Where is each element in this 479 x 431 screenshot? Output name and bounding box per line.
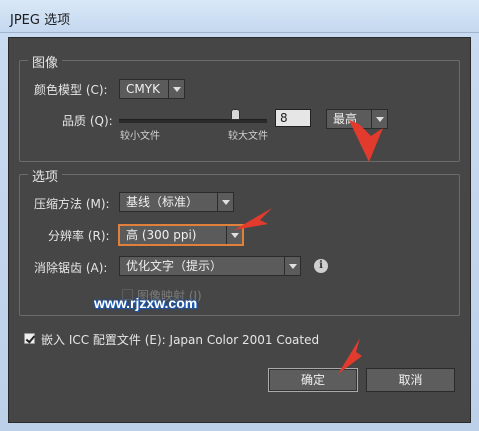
compression-label: 压缩方法 (M): — [34, 197, 110, 211]
watermark-text: www.rjzxw.com — [94, 295, 198, 311]
chevron-down-icon — [284, 257, 300, 275]
quality-value-input[interactable]: 8 — [275, 109, 311, 127]
options-group: 选项 压缩方法 (M): 基线（标准） 分辨率 (R): 高 (300 ppi)… — [19, 166, 460, 316]
title-bar: JPEG 选项 — [0, 0, 479, 33]
image-group: 图像 颜色模型 (C): CMYK 品质 (Q): 较小文件 较大文件 8 最高 — [19, 52, 460, 162]
chevron-down-icon — [168, 80, 184, 98]
color-model-value: CMYK — [126, 82, 160, 96]
color-model-dropdown[interactable]: CMYK — [119, 79, 185, 99]
cancel-button[interactable]: 取消 — [366, 368, 455, 392]
annotation-arrow-ok — [338, 338, 362, 374]
quality-slider-thumb[interactable] — [231, 109, 240, 120]
annotation-arrow-resolution — [234, 208, 272, 230]
antialias-dropdown[interactable]: 优化文字（提示） — [119, 256, 301, 276]
window-title: JPEG 选项 — [10, 13, 71, 28]
antialias-value: 优化文字（提示） — [126, 259, 223, 273]
quality-slider-track[interactable] — [119, 119, 267, 123]
annotation-arrow-quality — [349, 120, 383, 162]
compression-dropdown[interactable]: 基线（标准） — [119, 192, 234, 212]
compression-value: 基线（标准） — [126, 195, 199, 209]
color-model-label: 颜色模型 (C): — [34, 83, 108, 97]
larger-file-label: 较大文件 — [228, 131, 268, 142]
resolution-label: 分辨率 (R): — [48, 229, 110, 243]
resolution-value: 高 (300 ppi) — [126, 228, 197, 242]
smaller-file-label: 较小文件 — [120, 131, 160, 142]
options-group-legend: 选项 — [28, 166, 63, 185]
info-icon[interactable]: i — [314, 259, 328, 273]
image-group-legend: 图像 — [28, 52, 63, 71]
quality-label: 品质 (Q): — [62, 114, 113, 128]
chevron-down-icon — [217, 193, 233, 211]
icc-label: 嵌入 ICC 配置文件 (E): Japan Color 2001 Coated — [41, 333, 320, 347]
icc-checkbox[interactable] — [24, 333, 35, 344]
resolution-dropdown[interactable]: 高 (300 ppi) — [119, 225, 243, 245]
quality-value: 8 — [280, 111, 288, 125]
antialias-label: 消除锯齿 (A): — [34, 261, 108, 275]
